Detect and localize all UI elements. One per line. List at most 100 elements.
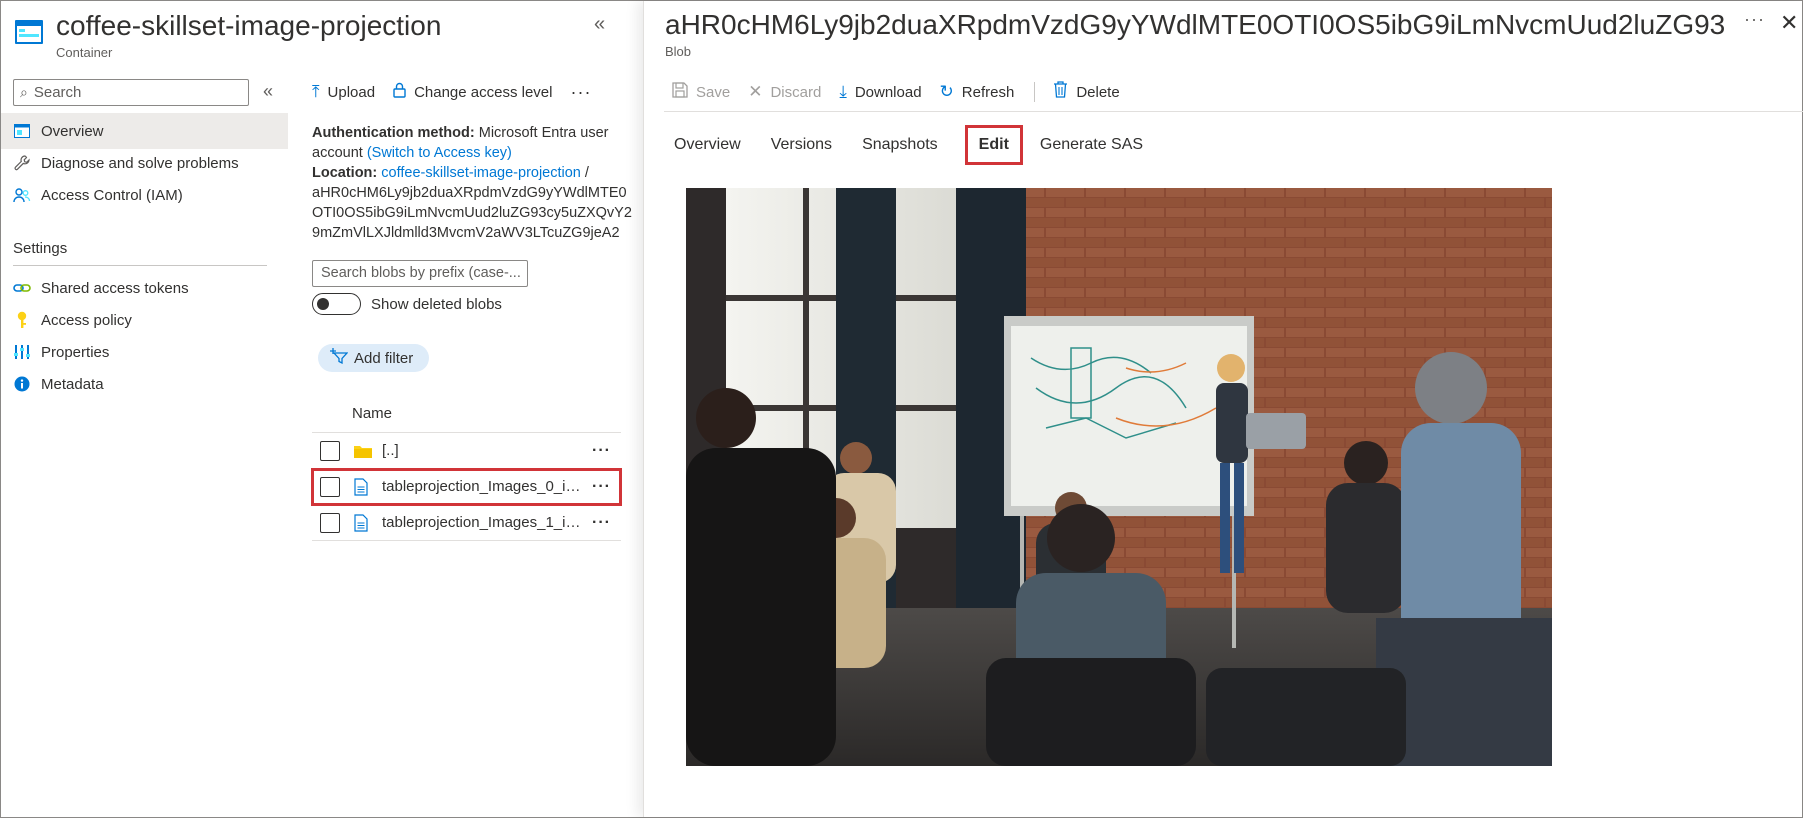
filter-add-icon [330,348,349,368]
info-icon [13,375,31,393]
blob-image-preview [686,188,1552,766]
overview-icon [13,122,31,140]
menu-item-label: Properties [41,343,110,361]
upload-label: Upload [327,83,376,101]
name-column-header[interactable]: Name [312,395,621,433]
add-filter-button[interactable]: Add filter [318,344,430,372]
collapse-blade-button[interactable]: « [594,13,605,36]
tab-snapshots[interactable]: Snapshots [853,125,947,165]
container-icon [15,20,43,44]
toolbar-divider [664,111,1803,112]
download-label: Download [854,83,922,101]
link-icon [13,279,31,297]
collapse-menu-button[interactable]: « [263,81,273,102]
menu-item-label: Access policy [41,311,132,329]
menu-search-placeholder: Search [33,84,82,101]
menu-item-access-policy[interactable]: Access policy [1,302,288,338]
download-button[interactable]: ⤓ Download [839,82,921,102]
folder-icon [354,441,374,461]
properties-icon [13,343,31,361]
download-icon: ⤓ [839,82,847,101]
upload-icon: ⤒ [312,82,320,101]
tab-edit[interactable]: Edit [964,125,1023,165]
row-more-button[interactable]: ··· [592,478,611,496]
list-row-parent[interactable]: [..] ··· [312,433,621,469]
show-deleted-toggle[interactable] [312,293,361,315]
save-label: Save [696,83,731,101]
upload-button[interactable]: ⤒ Upload [312,82,375,102]
blob-subtitle: Blob [665,44,692,59]
discard-icon: ✕ [748,82,763,101]
change-access-label: Change access level [414,83,553,101]
list-row-image-0[interactable]: tableprojection_Images_0_img... ··· [311,468,622,506]
delete-button[interactable]: Delete [1053,81,1120,103]
menu-item-iam[interactable]: Access Control (IAM) [1,177,288,213]
menu-search-input[interactable]: ⌕ Search [13,79,249,106]
row-more-button[interactable]: ··· [592,514,611,532]
row-name[interactable]: tableprojection_Images_0_img... [382,478,588,495]
menu-item-diagnose[interactable]: Diagnose and solve problems [1,145,288,181]
more-actions-button[interactable]: ··· [570,82,591,103]
save-button[interactable]: Save [672,81,731,103]
row-checkbox[interactable] [320,440,340,461]
show-deleted-row: Show deleted blobs [312,293,502,315]
container-content: ⤒ Upload Change access level ··· Authent… [311,77,642,541]
location-label: Location: [312,165,378,181]
tab-overview[interactable]: Overview [665,125,750,165]
menu-item-overview[interactable]: Overview [1,113,288,149]
container-subtitle: Container [56,45,113,60]
menu-item-label: Overview [41,122,104,140]
refresh-label: Refresh [961,83,1015,101]
delete-label: Delete [1076,83,1120,101]
menu-item-label: Access Control (IAM) [41,186,183,204]
list-row-image-1[interactable]: tableprojection_Images_1_img... ··· [312,505,621,541]
trash-icon [1053,81,1068,103]
container-info: Authentication method: Microsoft Entra u… [312,123,632,243]
blob-tabs: Overview Versions Snapshots Edit Generat… [665,125,1164,165]
row-checkbox[interactable] [320,476,340,497]
discard-button[interactable]: ✕ Discard [748,82,821,102]
menu-item-label: Metadata [41,375,104,393]
key-icon [13,311,31,329]
discard-label: Discard [770,83,822,101]
blob-title: aHR0cHM6Ly9jb2duaXRpdmVzdG9yYWdlMTE0OTI0… [665,9,1725,40]
save-icon [672,81,688,103]
lock-icon [393,82,406,103]
location-container-link[interactable]: coffee-skillset-image-projection [381,165,581,181]
blob-blade: aHR0cHM6Ly9jb2duaXRpdmVzdG9yYWdlMTE0OTI0… [643,1,1803,817]
container-toolbar: ⤒ Upload Change access level ··· [312,77,642,107]
menu-item-label: Shared access tokens [41,279,189,297]
row-name[interactable]: tableprojection_Images_1_img... [382,514,588,531]
container-title: coffee-skillset-image-projection [56,10,442,41]
settings-heading: Settings [13,240,68,257]
search-blobs-input[interactable]: Search blobs by prefix (case-... [312,260,528,287]
settings-divider [13,265,267,266]
add-filter-label: Add filter [354,349,414,367]
menu-item-label: Diagnose and solve problems [41,154,239,172]
location-path: aHR0cHM6Ly9jb2duaXRpdmVzdG9yYWdlMTE0OTI0… [312,185,632,241]
tab-versions[interactable]: Versions [762,125,841,165]
row-checkbox[interactable] [320,512,340,533]
menu-item-properties[interactable]: Properties [1,334,288,370]
wrench-icon [13,154,31,172]
toolbar-separator [1034,82,1036,102]
container-blade: coffee-skillset-image-projection Contain… [1,1,643,817]
row-name[interactable]: [..] [382,442,588,459]
menu-item-shared-access-tokens[interactable]: Shared access tokens [1,270,288,306]
close-icon[interactable]: ✕ [1780,10,1798,36]
location-separator: / [584,165,589,181]
refresh-icon: ↻ [939,82,954,101]
blob-toolbar: Save ✕ Discard ⤓ Download ↻ Refresh Dele… [672,77,1138,107]
blob-more-button[interactable]: ··· [1744,9,1765,30]
switch-access-key-link[interactable]: (Switch to Access key) [367,145,512,161]
change-access-level-button[interactable]: Change access level [393,82,552,103]
search-icon: ⌕ [20,84,28,100]
file-icon [354,513,374,533]
people-icon [13,186,31,204]
row-more-button[interactable]: ··· [592,442,611,460]
menu-item-metadata[interactable]: Metadata [1,366,288,402]
tab-generate-sas[interactable]: Generate SAS [1031,125,1152,165]
auth-method-label: Authentication method: [312,125,475,141]
refresh-button[interactable]: ↻ Refresh [940,82,1015,102]
blob-list: Name [..] ··· tableprojection_Images_0_i… [311,395,622,541]
